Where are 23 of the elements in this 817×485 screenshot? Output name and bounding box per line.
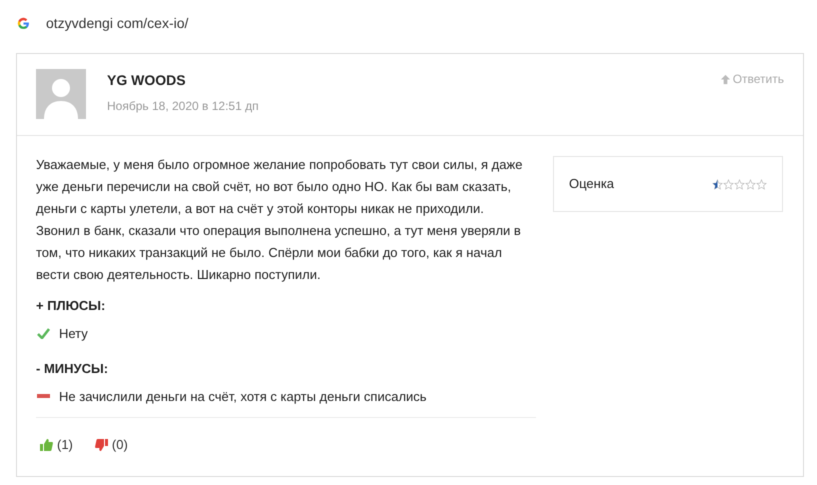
star-icon [712, 178, 723, 190]
section-heading: + ПЛЮСЫ: [36, 297, 106, 315]
review-date: Ноябрь 18, 2020 в 12:51 дп [107, 98, 259, 115]
thumbs-down-icon[interactable] [94, 438, 108, 451]
google-logo-icon [17, 16, 30, 30]
author-name: YG WOODS [107, 71, 187, 90]
list-item: Не зачислили деньги на счёт, хотя с карты деньги списались [59, 388, 427, 406]
star-icon [756, 178, 767, 190]
minus-icon [37, 394, 50, 398]
section-heading: - МИНУСЫ: [36, 360, 110, 378]
like-count: (1) [57, 436, 73, 454]
rating-label: Оценка [569, 175, 614, 194]
thumbs-up-icon[interactable] [40, 438, 53, 451]
star-icon [745, 178, 756, 190]
list-item: Нету [59, 324, 88, 343]
page-url[interactable]: otzyvdengi com/cex-io/ [46, 12, 188, 34]
arrow-up-icon [720, 74, 731, 84]
dislike-count: (0) [112, 436, 128, 454]
review-text: Уважаемые, у меня было огромное желание попробовать тут свои силы, я даже уже деньги перечисли на свой счёт, но вот было одно НО. Как бы вам сказать, деньги с карты улетели, а вот на счёт у этой конторы никак не приходили. Звонил в банк, сказали что операция выполнена успешно, а тут меня уверяли в том, что никаких транзакций не было. Спёрли мои бабки до того, как я начал вести свою деятельность. Шикарно поступили. [36, 156, 524, 284]
star-icon [723, 178, 734, 190]
check-icon [37, 328, 50, 339]
avatar-icon [36, 69, 86, 119]
star-icon [734, 178, 745, 190]
